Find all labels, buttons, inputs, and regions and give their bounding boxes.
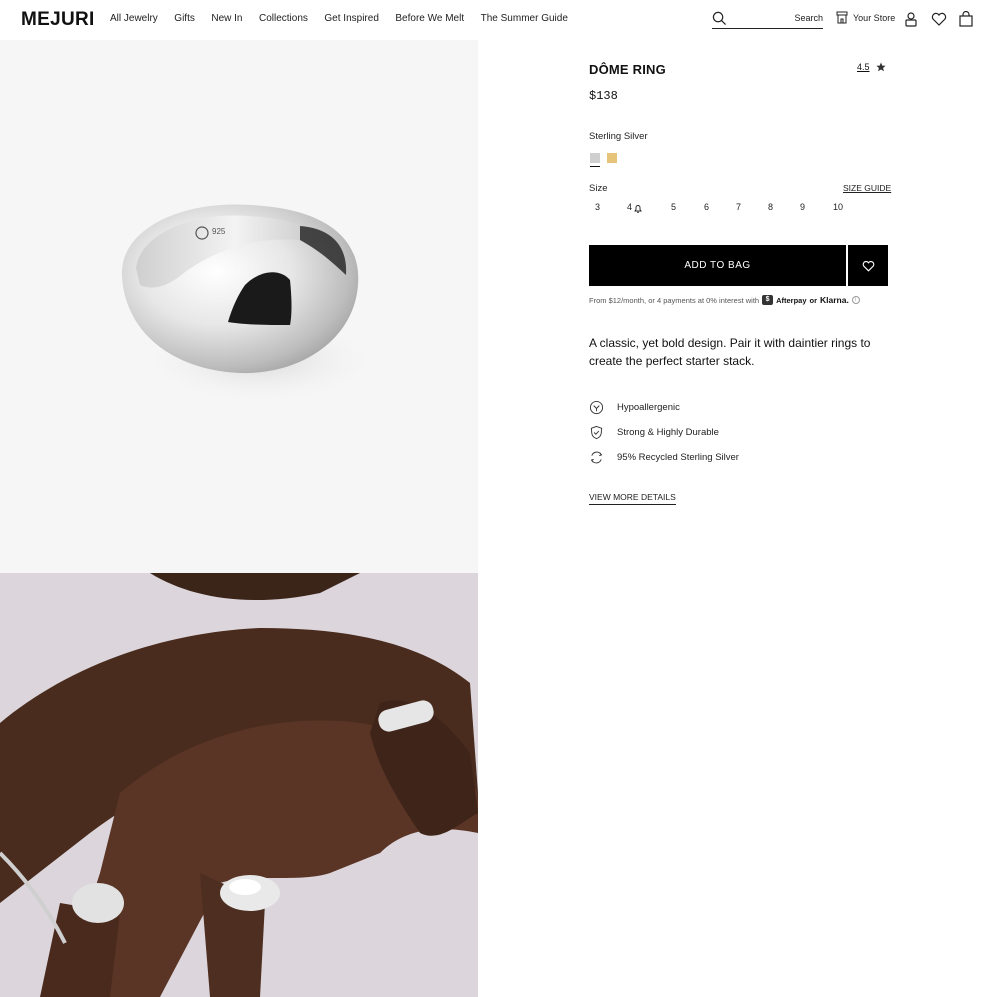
hands-photo <box>0 573 478 997</box>
store-label: Your Store <box>853 12 896 23</box>
nav-item-new-in[interactable]: New In <box>211 13 242 24</box>
product-image-main[interactable]: 925 <box>0 40 478 573</box>
payment-installments: From $12/month, or 4 payments at 0% inte… <box>589 295 860 305</box>
search-bar[interactable]: Search <box>712 10 823 29</box>
product-description: A classic, yet bold design. Pair it with… <box>589 336 871 368</box>
product-image-lifestyle[interactable] <box>0 573 478 997</box>
heart-icon <box>862 260 874 272</box>
ring-engraving: 925 <box>212 227 226 236</box>
size-option-10[interactable]: 10 <box>833 202 843 212</box>
nav-item-all-jewelry[interactable]: All Jewelry <box>110 13 158 24</box>
payments-text: From $12/month, or 4 payments at 0% inte… <box>589 295 760 305</box>
shield-check-icon <box>590 425 603 440</box>
site-header: MEJURI All Jewelry Gifts New In Collecti… <box>0 0 997 40</box>
swatch-sterling-silver[interactable] <box>590 153 600 163</box>
feature-durable: Strong & Highly Durable <box>589 425 719 440</box>
info-icon[interactable]: i <box>851 296 860 304</box>
nav-item-summer-guide[interactable]: The Summer Guide <box>481 13 568 24</box>
recycle-icon <box>590 451 603 464</box>
size-option-7[interactable]: 7 <box>736 202 741 212</box>
afterpay-label[interactable]: Afterpay <box>776 296 806 305</box>
size-option-9[interactable]: 9 <box>800 202 805 212</box>
wishlist-icon[interactable] <box>931 11 947 27</box>
feature-label: Strong & Highly Durable <box>617 427 719 438</box>
metal-label: Sterling Silver <box>589 131 648 142</box>
shopping-bag-icon[interactable] <box>958 11 974 27</box>
star-icon <box>875 62 886 72</box>
nav-item-before-we-melt[interactable]: Before We Melt <box>395 13 464 24</box>
size-option-6[interactable]: 6 <box>704 202 709 212</box>
product-rating[interactable]: 4.5 <box>857 62 886 72</box>
afterpay-icon: $ <box>762 295 774 305</box>
product-price: $138 <box>589 89 618 103</box>
search-icon <box>712 11 727 26</box>
brand-logo[interactable]: MEJURI <box>21 9 95 31</box>
nav-item-gifts[interactable]: Gifts <box>174 13 195 24</box>
payments-or: or <box>809 295 818 305</box>
notify-bell-icon[interactable] <box>634 204 642 213</box>
ring-image: 925 <box>121 204 380 405</box>
view-more-details-link[interactable]: VIEW MORE DETAILS <box>589 492 676 505</box>
add-to-bag-button[interactable]: ADD TO BAG <box>589 245 846 286</box>
size-label: Size <box>589 183 608 194</box>
size-option-5[interactable]: 5 <box>671 202 676 212</box>
store-icon <box>836 11 848 24</box>
swatch-gold[interactable] <box>607 153 617 163</box>
size-option-4[interactable]: 4 <box>627 202 632 212</box>
swatch-selected-indicator <box>590 166 600 167</box>
feature-label: Hypoallergenic <box>617 402 680 413</box>
hypoallergenic-icon <box>589 400 604 415</box>
size-guide-link[interactable]: SIZE GUIDE <box>843 183 891 193</box>
feature-label: 95% Recycled Sterling Silver <box>617 452 739 463</box>
nav-item-collections[interactable]: Collections <box>259 13 308 24</box>
main-nav: All Jewelry Gifts New In Collections Get… <box>110 13 584 24</box>
feature-recycled: 95% Recycled Sterling Silver <box>589 450 739 465</box>
size-option-3[interactable]: 3 <box>595 202 600 212</box>
nav-item-get-inspired[interactable]: Get Inspired <box>324 13 378 24</box>
search-label: Search <box>794 13 823 23</box>
add-to-wishlist-button[interactable] <box>848 245 888 286</box>
rating-value[interactable]: 4.5 <box>857 62 870 72</box>
size-option-8[interactable]: 8 <box>768 202 773 212</box>
product-title: DÔME RING <box>589 62 666 77</box>
klarna-label[interactable]: Klarna. <box>820 295 849 305</box>
your-store-link[interactable]: Your Store <box>836 11 895 24</box>
account-icon[interactable] <box>903 11 919 27</box>
feature-hypoallergenic: Hypoallergenic <box>589 400 680 415</box>
